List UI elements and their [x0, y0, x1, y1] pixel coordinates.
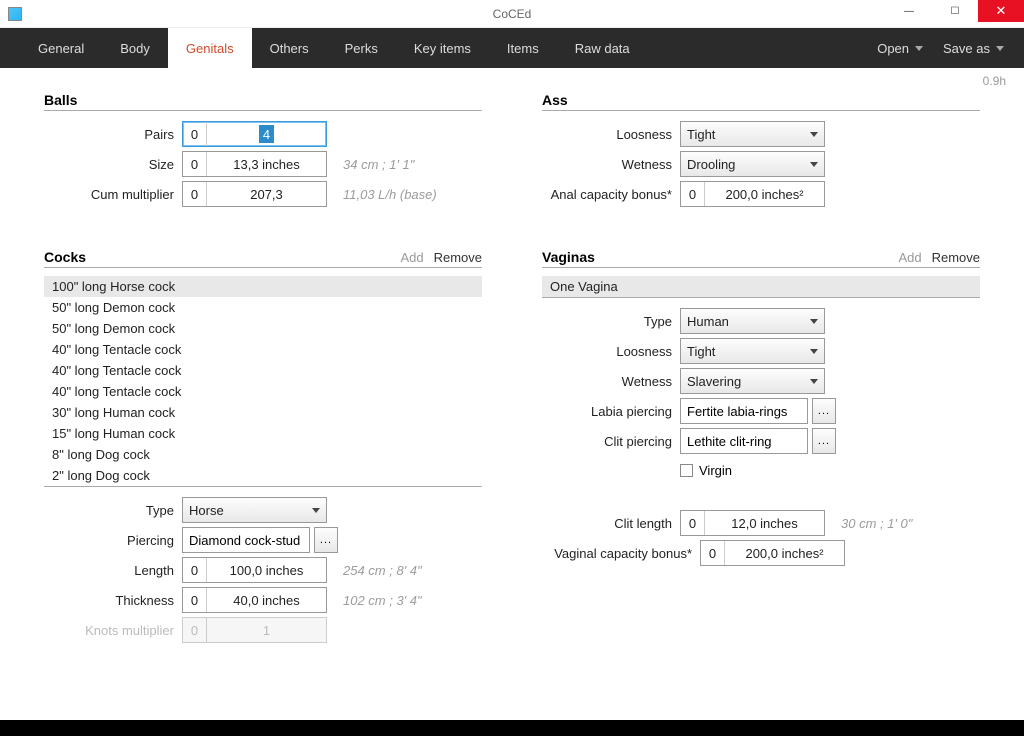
list-item[interactable]: 15" long Human cock: [44, 423, 482, 444]
clitlen-hint: 30 cm ; 1' 0": [841, 516, 912, 531]
maximize-button[interactable]: ☐: [932, 0, 978, 22]
chevron-down-icon: [810, 379, 818, 384]
chevron-down-icon: [810, 319, 818, 324]
ass-cap-label: Anal capacity bonus*: [542, 187, 672, 202]
labia-more[interactable]: ...: [812, 398, 836, 424]
vaginas-list: One Vagina: [542, 276, 980, 298]
app-icon: [8, 7, 22, 21]
cock-type-combo[interactable]: Horse: [182, 497, 327, 523]
list-item[interactable]: 40" long Tentacle cock: [44, 360, 482, 381]
virgin-checkbox[interactable]: Virgin: [680, 456, 980, 484]
vag-type-label: Type: [542, 314, 672, 329]
tab-key-items[interactable]: Key items: [396, 28, 489, 68]
size-hint: 34 cm ; 1' 1": [343, 157, 414, 172]
cocks-remove[interactable]: Remove: [434, 250, 482, 265]
vag-type-combo[interactable]: Human: [680, 308, 825, 334]
labia-label: Labia piercing: [542, 404, 672, 419]
vag-wet-combo[interactable]: Slavering: [680, 368, 825, 394]
save-as-button[interactable]: Save as: [933, 28, 1014, 68]
vag-cap-input[interactable]: 0 200,0 inches²: [700, 540, 845, 566]
chevron-down-icon: [810, 132, 818, 137]
labia-input[interactable]: Fertite labia-rings: [680, 398, 808, 424]
tab-raw-data[interactable]: Raw data: [557, 28, 648, 68]
pairs-label: Pairs: [44, 127, 174, 142]
cum-input[interactable]: 0 207,3: [182, 181, 327, 207]
vag-wet-label: Wetness: [542, 374, 672, 389]
pairs-input[interactable]: 0 4: [182, 121, 327, 147]
length-hint: 254 cm ; 8' 4": [343, 563, 422, 578]
navbar: General Body Genitals Others Perks Key i…: [0, 28, 1024, 68]
titlebar: CoCEd — ☐ ✕: [0, 0, 1024, 28]
size-label: Size: [44, 157, 174, 172]
list-item[interactable]: 100" long Horse cock: [44, 276, 482, 297]
list-item[interactable]: 2" long Dog cock: [44, 465, 482, 486]
clitp-label: Clit piercing: [542, 434, 672, 449]
clitlen-input[interactable]: 0 12,0 inches: [680, 510, 825, 536]
chevron-down-icon: [810, 349, 818, 354]
virgin-label: Virgin: [699, 463, 732, 478]
vaginas-add[interactable]: Add: [898, 250, 921, 265]
open-label: Open: [877, 41, 909, 56]
open-button[interactable]: Open: [867, 28, 933, 68]
list-item[interactable]: 30" long Human cock: [44, 402, 482, 423]
vag-cap-label: Vaginal capacity bonus*: [542, 546, 692, 561]
tab-genitals[interactable]: Genitals: [168, 28, 252, 68]
ass-loose-combo[interactable]: Tight: [680, 121, 825, 147]
list-item[interactable]: 8" long Dog cock: [44, 444, 482, 465]
tab-body[interactable]: Body: [102, 28, 168, 68]
vag-loose-label: Loosness: [542, 344, 672, 359]
ass-cap-input[interactable]: 0 200,0 inches²: [680, 181, 825, 207]
chevron-down-icon: [915, 46, 923, 51]
cock-pierce-input[interactable]: Diamond cock-stud: [182, 527, 310, 553]
size-input[interactable]: 0 13,3 inches: [182, 151, 327, 177]
clitlen-label: Clit length: [542, 516, 672, 531]
clitp-input[interactable]: Lethite clit-ring: [680, 428, 808, 454]
ass-header: Ass: [542, 92, 980, 111]
ass-loose-label: Loosness: [542, 127, 672, 142]
cocks-list: 100" long Horse cock 50" long Demon cock…: [44, 276, 482, 487]
thickness-label: Thickness: [44, 593, 174, 608]
list-item[interactable]: 50" long Demon cock: [44, 318, 482, 339]
ass-wet-label: Wetness: [542, 157, 672, 172]
length-label: Length: [44, 563, 174, 578]
length-input[interactable]: 0 100,0 inches: [182, 557, 327, 583]
minimize-button[interactable]: —: [886, 0, 932, 22]
cum-hint: 11,03 L/h (base): [343, 187, 437, 202]
tab-items[interactable]: Items: [489, 28, 557, 68]
list-item[interactable]: 40" long Tentacle cock: [44, 381, 482, 402]
close-button[interactable]: ✕: [978, 0, 1024, 22]
save-as-label: Save as: [943, 41, 990, 56]
version-label: 0.9h: [0, 68, 1024, 92]
window-title: CoCEd: [493, 7, 532, 21]
vag-loose-combo[interactable]: Tight: [680, 338, 825, 364]
tab-others[interactable]: Others: [252, 28, 327, 68]
ass-wet-combo[interactable]: Drooling: [680, 151, 825, 177]
cum-label: Cum multiplier: [44, 187, 174, 202]
thickness-hint: 102 cm ; 3' 4": [343, 593, 422, 608]
checkbox-icon: [680, 464, 693, 477]
vaginas-header: Vaginas Add Remove: [542, 249, 980, 268]
chevron-down-icon: [996, 46, 1004, 51]
knot-label: Knots multiplier: [44, 623, 174, 638]
cock-pierce-label: Piercing: [44, 533, 174, 548]
balls-header: Balls: [44, 92, 482, 111]
chevron-down-icon: [312, 508, 320, 513]
list-item[interactable]: One Vagina: [542, 276, 980, 297]
knot-input: 0 1: [182, 617, 327, 643]
tab-general[interactable]: General: [20, 28, 102, 68]
thickness-input[interactable]: 0 40,0 inches: [182, 587, 327, 613]
clitp-more[interactable]: ...: [812, 428, 836, 454]
list-item[interactable]: 50" long Demon cock: [44, 297, 482, 318]
list-item[interactable]: 40" long Tentacle cock: [44, 339, 482, 360]
cocks-add[interactable]: Add: [400, 250, 423, 265]
chevron-down-icon: [810, 162, 818, 167]
tab-perks[interactable]: Perks: [327, 28, 396, 68]
cock-type-label: Type: [44, 503, 174, 518]
cocks-header: Cocks Add Remove: [44, 249, 482, 268]
vaginas-remove[interactable]: Remove: [932, 250, 980, 265]
cock-pierce-more[interactable]: ...: [314, 527, 338, 553]
